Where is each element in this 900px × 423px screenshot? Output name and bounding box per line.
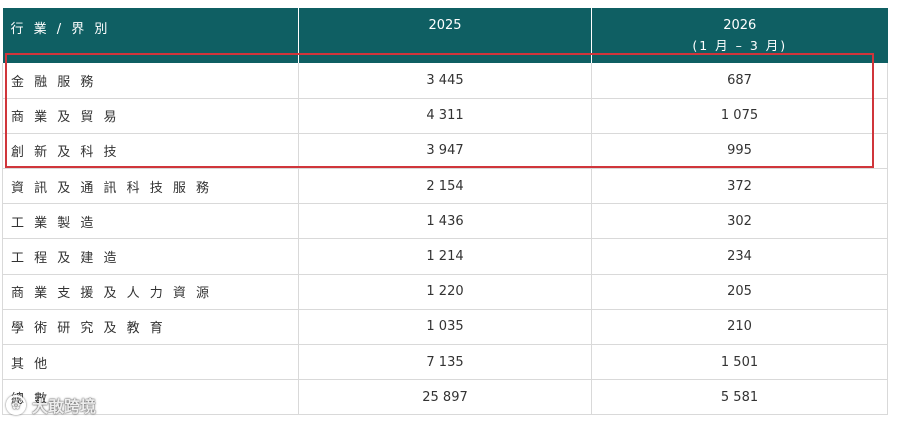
table-row: 其 他 7 135 1 501 [2, 344, 888, 381]
table-row-total: 總 數 25 897 5 581 [2, 379, 888, 416]
value-2026-cell: 995 [591, 133, 888, 170]
sector-stats-table: 行 業 / 界 別 2025 2026 (1 月 – 3 月) 金 融 服 務 … [2, 8, 888, 416]
value-2026-cell: 5 581 [591, 379, 888, 416]
header-2025: 2025 [298, 8, 592, 63]
value-2026-cell: 1 075 [591, 98, 888, 134]
table-row: 商 業 及 貿 易 4 311 1 075 [2, 98, 888, 134]
sector-cell: 商 業 支 援 及 人 力 資 源 [2, 274, 299, 310]
value-2026-cell: 205 [591, 274, 888, 310]
header-sector: 行 業 / 界 別 [2, 8, 299, 63]
table-header-row: 行 業 / 界 別 2025 2026 (1 月 – 3 月) [2, 8, 888, 63]
table-row: 工 業 製 造 1 436 302 [2, 203, 888, 240]
value-2026-cell: 302 [591, 203, 888, 240]
value-2025-cell: 1 220 [298, 274, 592, 310]
value-2025-cell: 1 035 [298, 309, 592, 346]
value-2025-cell: 25 897 [298, 379, 592, 416]
sector-cell: 工 業 製 造 [2, 203, 299, 240]
table-row: 商 業 支 援 及 人 力 資 源 1 220 205 [2, 274, 888, 310]
sector-cell: 工 程 及 建 造 [2, 238, 299, 275]
sector-cell: 總 數 [2, 379, 299, 416]
table-row: 創 新 及 科 技 3 947 995 [2, 133, 888, 170]
value-2025-cell: 1 214 [298, 238, 592, 275]
table-row: 資 訊 及 通 訊 科 技 服 務 2 154 372 [2, 168, 888, 205]
sector-cell: 商 業 及 貿 易 [2, 98, 299, 134]
header-2026-year: 2026 [723, 18, 757, 33]
sector-cell: 資 訊 及 通 訊 科 技 服 務 [2, 168, 299, 205]
table-row: 金 融 服 務 3 445 687 [2, 63, 888, 99]
table-row: 工 程 及 建 造 1 214 234 [2, 238, 888, 275]
value-2025-cell: 3 445 [298, 63, 592, 99]
value-2026-cell: 372 [591, 168, 888, 205]
page: 行 業 / 界 別 2025 2026 (1 月 – 3 月) 金 融 服 務 … [0, 0, 900, 423]
header-2026-period: (1 月 – 3 月) [692, 38, 788, 53]
value-2025-cell: 2 154 [298, 168, 592, 205]
value-2025-cell: 3 947 [298, 133, 592, 170]
value-2025-cell: 7 135 [298, 344, 592, 381]
value-2026-cell: 234 [591, 238, 888, 275]
value-2026-cell: 1 501 [591, 344, 888, 381]
sector-cell: 其 他 [2, 344, 299, 381]
header-2026: 2026 (1 月 – 3 月) [591, 8, 888, 63]
table-row: 學 術 研 究 及 教 育 1 035 210 [2, 309, 888, 346]
value-2025-cell: 4 311 [298, 98, 592, 134]
sector-cell: 創 新 及 科 技 [2, 133, 299, 170]
value-2025-cell: 1 436 [298, 203, 592, 240]
value-2026-cell: 210 [591, 309, 888, 346]
value-2026-cell: 687 [591, 63, 888, 99]
sector-cell: 學 術 研 究 及 教 育 [2, 309, 299, 346]
sector-cell: 金 融 服 務 [2, 63, 299, 99]
